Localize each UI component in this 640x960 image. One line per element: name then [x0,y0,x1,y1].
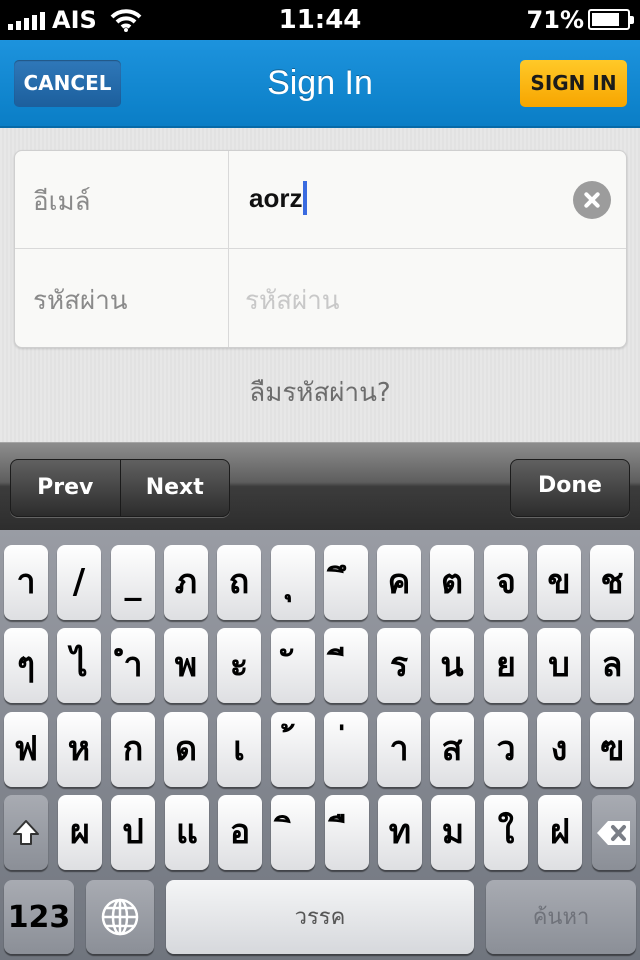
sign-in-button[interactable]: SIGN IN [520,60,627,107]
keyboard-key[interactable]: ิ [271,795,315,870]
numbers-key[interactable]: 123 [4,880,74,954]
email-value: aorz [249,183,303,213]
clear-icon[interactable] [573,181,611,219]
delete-icon [597,820,630,845]
keyboard-key[interactable]: ส [430,712,474,787]
keyboard-key[interactable]: ไ [57,628,101,703]
next-button[interactable]: Next [119,460,230,516]
text-cursor [303,181,308,216]
keyboard-key[interactable]: เ [217,712,261,787]
keyboard-key[interactable]: ถ [217,545,261,620]
space-key[interactable]: วรรค [166,880,474,954]
delete-key[interactable] [592,795,636,870]
keyboard-key[interactable]: จ [484,545,528,620]
email-label: อีเมล์ [33,187,91,217]
keyboard-key[interactable]: ่ [324,712,368,787]
sign-in-form-area: อีเมล์ aorz รหัสผ่าน รหัสผ่าน ลืมรหัสผ่า… [0,128,640,442]
keyboard-key[interactable]: ล [590,628,634,703]
keyboard-key[interactable]: อ [218,795,262,870]
battery-percent: 71% [526,6,584,34]
status-bar: AIS 11:44 71% [0,0,640,40]
prev-next-control: Prev Next [10,459,230,517]
column-divider [228,151,229,347]
keyboard-key[interactable]: า [377,712,421,787]
keyboard-key[interactable]: ใ [484,795,528,870]
thai-keyboard: 123 วรรค ค้นหา า/_ภถุึคตจขชๆไำพะัีรนยบลฟ… [0,530,640,960]
keyboard-key[interactable]: ม [431,795,475,870]
keyboard-key[interactable]: ว [484,712,528,787]
keyboard-key[interactable]: ื [325,795,369,870]
keyboard-key[interactable]: ะ [217,628,261,703]
keyboard-key[interactable]: น [430,628,474,703]
keyboard-key[interactable]: ค [377,545,421,620]
keyboard-key[interactable]: ย [484,628,528,703]
password-label: รหัสผ่าน [33,286,128,316]
keyboard-key[interactable]: ฃ [590,712,634,787]
keyboard-key[interactable]: ฟ [4,712,48,787]
shift-key[interactable] [4,795,48,870]
navigation-bar: CANCEL Sign In SIGN IN [0,40,640,128]
keyboard-key[interactable]: บ [537,628,581,703]
keyboard-key[interactable]: ุ [271,545,315,620]
keyboard-key[interactable]: ้ [271,712,315,787]
keyboard-key[interactable]: ผ [58,795,102,870]
keyboard-key[interactable]: ต [430,545,474,620]
keyboard-key[interactable]: ภ [164,545,208,620]
keyboard-key[interactable]: ก [111,712,155,787]
keyboard-key[interactable]: ๆ [4,628,48,703]
battery-icon [588,9,634,30]
keyboard-key[interactable]: า [4,545,48,620]
keyboard-key[interactable]: / [57,545,101,620]
keyboard-key[interactable]: ั [271,628,315,703]
globe-key[interactable] [86,880,154,954]
keyboard-key[interactable]: _ [111,545,155,620]
password-field[interactable]: รหัสผ่าน [245,280,340,321]
keyboard-accessory-bar: Prev Next Done [0,442,640,530]
keyboard-key[interactable]: ห [57,712,101,787]
keyboard-key[interactable]: ด [164,712,208,787]
keyboard-key[interactable]: ง [537,712,581,787]
keyboard-key[interactable]: ี [324,628,368,703]
shift-icon [13,819,39,845]
email-row[interactable]: อีเมล์ aorz [15,151,626,249]
keyboard-key[interactable]: ร [377,628,421,703]
keyboard-key[interactable]: ึ [324,545,368,620]
keyboard-key[interactable]: แ [165,795,209,870]
keyboard-key[interactable]: พ [164,628,208,703]
credentials-card: อีเมล์ aorz รหัสผ่าน รหัสผ่าน [14,150,627,348]
globe-icon [101,898,139,936]
forgot-password-link[interactable]: ลืมรหัสผ่าน? [0,372,640,413]
keyboard-key[interactable]: ข [537,545,581,620]
prev-button[interactable]: Prev [11,460,120,516]
keyboard-key[interactable]: ท [378,795,422,870]
keyboard-key[interactable]: ช [590,545,634,620]
done-button[interactable]: Done [510,459,630,517]
email-field[interactable]: aorz [249,181,308,217]
keyboard-key[interactable]: ฝ [538,795,582,870]
keyboard-key[interactable]: ำ [111,628,155,703]
search-key[interactable]: ค้นหา [486,880,636,954]
password-row[interactable]: รหัสผ่าน รหัสผ่าน [15,250,626,347]
keyboard-key[interactable]: ป [111,795,155,870]
